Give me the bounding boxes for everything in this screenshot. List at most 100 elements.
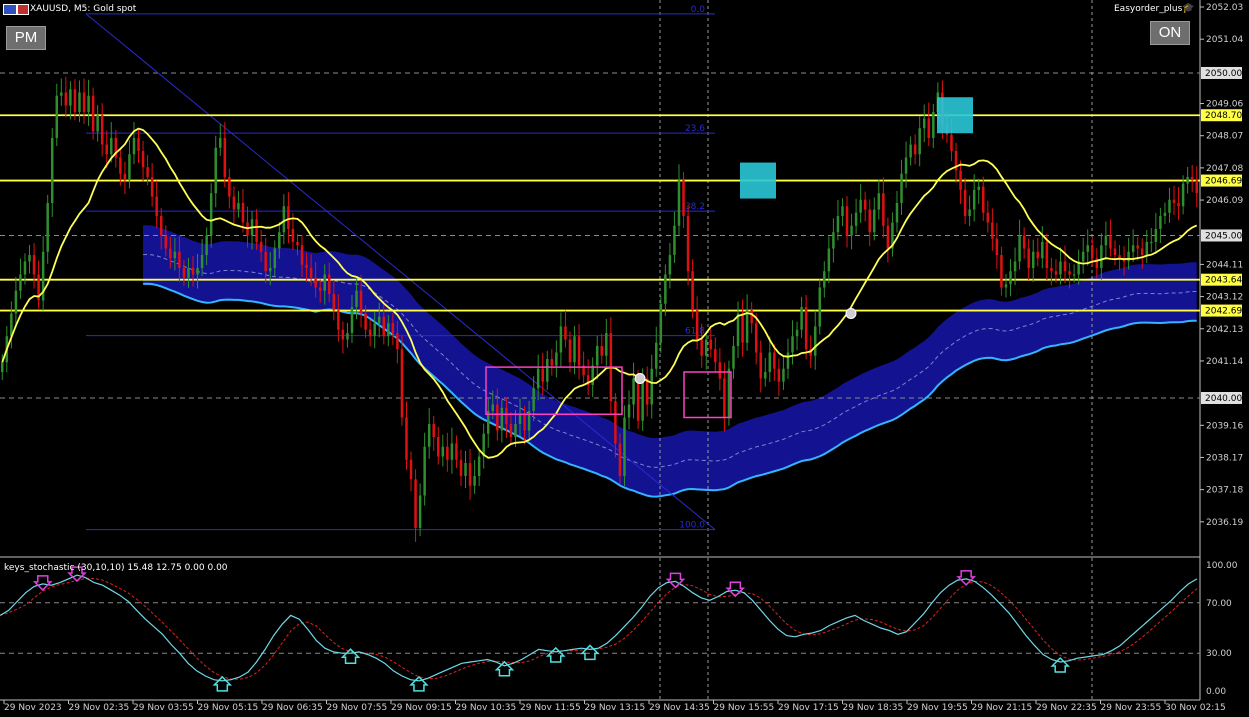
candle-body: [105, 144, 108, 155]
candle-body: [1140, 248, 1144, 255]
candle-body: [786, 352, 790, 369]
candle-body: [373, 323, 376, 337]
price-tick-label: 2044.11: [1206, 260, 1243, 270]
time-tick-label: 29 Nov 2023: [4, 703, 62, 713]
pm-button[interactable]: PM: [6, 26, 46, 50]
candle-body: [468, 462, 472, 486]
candle-body: [854, 212, 858, 226]
candle-body: [264, 251, 267, 272]
candle-body: [536, 368, 540, 389]
candle-body: [55, 95, 59, 138]
candle-body: [813, 326, 817, 356]
price-tick-label: 2041.14: [1206, 357, 1243, 367]
candle-body: [1086, 245, 1089, 252]
candle-body: [972, 189, 976, 210]
price-tick-label: 2037.18: [1206, 486, 1243, 496]
candle-body: [337, 310, 340, 330]
candle-body: [464, 462, 467, 476]
candle-body: [605, 332, 608, 356]
candle-body: [559, 326, 563, 353]
price-tag-label: 2048.70: [1205, 111, 1242, 121]
candle-body: [632, 378, 635, 405]
candle-body: [1150, 241, 1153, 243]
candle-body: [759, 352, 762, 379]
candle-body: [364, 313, 367, 330]
candle-body: [636, 378, 640, 421]
candle-body: [396, 332, 399, 350]
candle-body: [695, 310, 699, 340]
flag-icon: [3, 4, 17, 15]
time-tick-label: 29 Nov 21:15: [972, 703, 1033, 713]
candle-body: [550, 358, 554, 366]
on-button[interactable]: ON: [1150, 21, 1190, 45]
candle-body: [677, 180, 681, 226]
candle-body: [1000, 254, 1003, 288]
price-tick-label: 2052.03: [1206, 3, 1243, 13]
candle-body: [909, 144, 912, 158]
candle-body: [818, 287, 822, 327]
candle-body: [82, 92, 86, 112]
candle-body: [1091, 245, 1094, 259]
symbol-name: XAUUSD,: [30, 4, 72, 14]
candle-body: [845, 206, 849, 236]
candle-body: [614, 401, 617, 444]
candle-body: [532, 388, 535, 411]
flag-icon: [17, 4, 29, 15]
price-tick-label: 2047.08: [1206, 164, 1243, 174]
candle-body: [505, 407, 508, 424]
stochastic-panel: 100.00 70.00 30.00 0.00: [0, 561, 1238, 697]
candle-body: [1127, 251, 1130, 262]
candle-body: [473, 475, 476, 486]
candle-body: [150, 176, 154, 197]
candle-body: [19, 274, 22, 291]
time-tick-label: 29 Nov 03:55: [133, 703, 194, 713]
candle-body: [255, 219, 258, 242]
time-tick-label: 29 Nov 02:35: [69, 703, 130, 713]
time-tick-label: 29 Nov 18:35: [843, 703, 904, 713]
candle-body: [700, 339, 703, 356]
order-marker: [634, 372, 646, 384]
expert-advisor-label: Easyorder_plus: [1114, 4, 1183, 14]
candle-body: [1009, 271, 1012, 285]
candle-body: [714, 349, 717, 363]
candle-body: [368, 329, 372, 337]
candle-body: [1195, 180, 1198, 194]
fib-level-label: 0.0: [691, 5, 706, 15]
candle-body: [645, 378, 649, 405]
price-tick-label: 2036.19: [1206, 518, 1243, 528]
candle-body: [350, 306, 354, 333]
candle-body: [904, 157, 908, 174]
time-tick-label: 29 Nov 17:15: [778, 703, 839, 713]
candle-body: [977, 186, 980, 190]
candle-body: [791, 336, 794, 353]
candle-body: [518, 414, 522, 424]
candle-body: [282, 206, 286, 233]
candle-body: [773, 352, 776, 369]
candle-body: [209, 193, 213, 236]
time-tick-label: 29 Nov 19:55: [907, 703, 968, 713]
candle-body: [736, 313, 740, 346]
arrow-down-icon: [32, 575, 53, 591]
candle-body: [237, 202, 240, 210]
candle-body: [1190, 176, 1194, 181]
candle-body: [922, 118, 926, 129]
signal-box: [937, 97, 973, 134]
time-axis: 29 Nov 2023 29 Nov 02:35 29 Nov 03:55 29 No…: [3, 700, 1226, 713]
candle-body: [514, 423, 517, 437]
price-tag-label: 2042.69: [1205, 307, 1242, 317]
price-tick-label: 2038.17: [1206, 453, 1243, 463]
candle-body: [795, 329, 799, 337]
candle-body: [268, 267, 272, 272]
candle-body: [141, 150, 145, 168]
stoch-tick-label: 30.00: [1206, 649, 1232, 659]
candle-body: [1072, 274, 1076, 276]
price-tag-label: 2043.64: [1205, 276, 1242, 286]
candle-body: [1018, 235, 1021, 262]
candle-body: [873, 209, 876, 233]
arrow-up-icon: [545, 646, 566, 663]
candle-body: [1163, 212, 1167, 216]
candle-body: [627, 404, 631, 418]
candle-body: [78, 92, 81, 112]
price-tick-label: 2051.04: [1206, 35, 1243, 45]
candle-body: [618, 443, 622, 476]
